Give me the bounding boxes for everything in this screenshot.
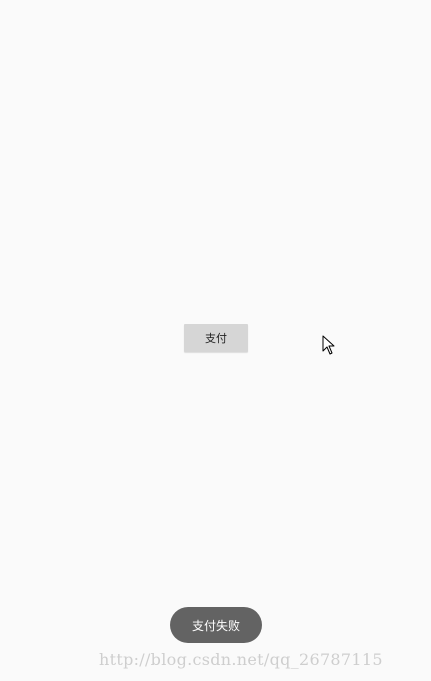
pay-button[interactable]: 支付: [184, 324, 248, 352]
watermark-url: http://blog.csdn.net/qq_26787115: [99, 650, 383, 669]
toast-message: 支付失败: [170, 607, 262, 643]
mouse-pointer-icon: [322, 335, 338, 355]
